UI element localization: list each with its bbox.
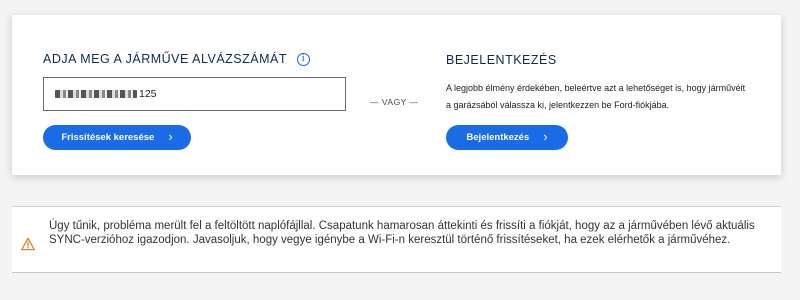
- chevron-right-icon: ›: [543, 129, 548, 144]
- notice-message: Úgy tűnik, probléma merült fel a feltölt…: [49, 220, 755, 246]
- vin-input[interactable]: 125: [43, 77, 346, 111]
- search-updates-button[interactable]: Frissítések keresése ›: [43, 125, 191, 150]
- log-file-notice: Úgy tűnik, probléma merült fel a feltölt…: [12, 206, 781, 273]
- login-button-label: Bejelentkezés: [466, 132, 530, 143]
- vin-title-label: ADJA MEG A JÁRMŰVE ALVÁZSZÁMÁT: [43, 52, 287, 66]
- chevron-right-icon: ›: [168, 129, 173, 144]
- search-updates-button-label: Frissítések keresése: [61, 132, 155, 143]
- login-button[interactable]: Bejelentkezés ›: [446, 125, 568, 150]
- vin-input-visible-value: 125: [139, 88, 157, 100]
- or-divider: — VAGY —: [370, 97, 419, 107]
- warning-icon: [21, 237, 35, 251]
- vin-section-title: ADJA MEG A JÁRMŰVE ALVÁZSZÁMÁT i: [43, 52, 310, 66]
- masked-vin-characters: [55, 90, 137, 98]
- login-description: A legjobb élmény érdekében, beleértve az…: [446, 83, 746, 110]
- info-icon[interactable]: i: [297, 52, 310, 66]
- login-section-title: BEJELENTKEZÉS: [446, 53, 557, 67]
- vin-lookup-card: ADJA MEG A JÁRMŰVE ALVÁZSZÁMÁT i 125 Fri…: [12, 15, 781, 175]
